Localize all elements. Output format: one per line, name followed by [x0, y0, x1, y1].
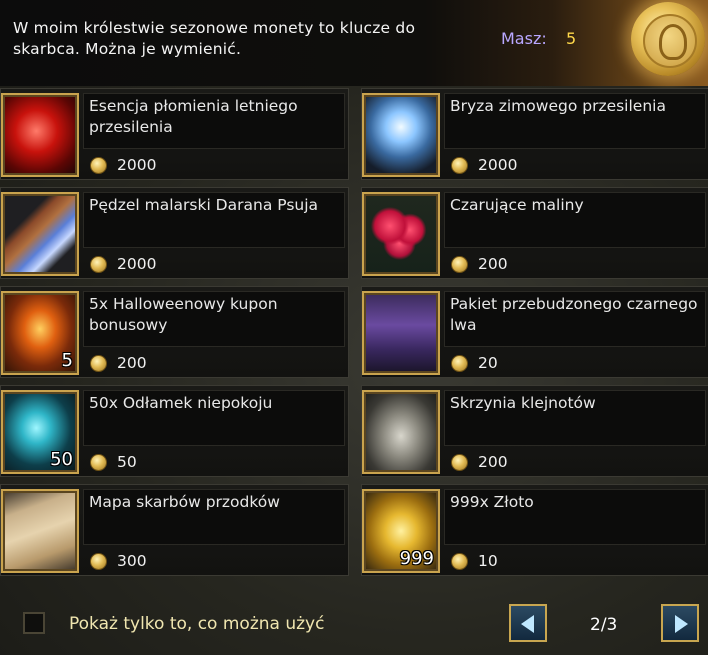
item-quantity: 999: [399, 548, 434, 569]
paintbrush-icon: [1, 192, 79, 276]
coin-icon: [90, 553, 107, 570]
gold-coins-icon: 999: [362, 489, 440, 573]
usable-only-label: Pokaż tylko to, co można użyć: [69, 614, 325, 634]
item-price: 2000: [117, 156, 157, 174]
header-message: W moim królestwie sezonowe monety to klu…: [13, 19, 416, 58]
coin-icon: [90, 454, 107, 471]
coin-icon: [90, 355, 107, 372]
shop-item[interactable]: Pędzel malarski Darana Psuja 2000: [0, 187, 349, 279]
shop-item[interactable]: Bryza zimowego przesilenia 2000: [361, 88, 708, 180]
chevron-left-icon: [521, 615, 534, 633]
coin-icon: [451, 553, 468, 570]
item-price: 10: [478, 552, 498, 570]
coin-icon: [451, 256, 468, 273]
shop-item[interactable]: 50 50x Odłamek niepokoju 50: [0, 385, 349, 477]
currency-amount: 5: [566, 29, 577, 48]
jewel-box-icon: [362, 390, 440, 474]
coin-icon: [451, 355, 468, 372]
header-bar: W moim królestwie sezonowe monety to klu…: [0, 0, 708, 86]
prev-page-button[interactable]: [509, 604, 547, 642]
item-name: Esencja płomienia letniego przesilenia: [89, 97, 298, 136]
chevron-right-icon: [675, 615, 688, 633]
item-price: 200: [478, 453, 508, 471]
item-name: 50x Odłamek niepokoju: [89, 394, 273, 412]
next-page-button[interactable]: [661, 604, 699, 642]
item-price: 200: [478, 255, 508, 273]
raspberries-icon: [362, 192, 440, 276]
item-name: 999x Złoto: [450, 493, 534, 511]
item-price: 300: [117, 552, 147, 570]
fire-orb-icon: [1, 93, 79, 177]
item-price: 2000: [478, 156, 518, 174]
item-price: 2000: [117, 255, 157, 273]
shop-item[interactable]: Czarujące maliny 200: [361, 187, 708, 279]
shop-item[interactable]: Mapa skarbów przodków 300: [0, 484, 349, 576]
item-name: Pędzel malarski Darana Psuja: [89, 196, 319, 214]
item-name: Mapa skarbów przodków: [89, 493, 280, 511]
currency-label: Masz:: [501, 29, 547, 48]
usable-only-checkbox[interactable]: [23, 612, 45, 634]
item-name: 5x Halloweenowy kupon bonusowy: [89, 295, 278, 334]
page-indicator: 2/3: [590, 615, 618, 635]
shop-item[interactable]: Esencja płomienia letniego przesilenia 2…: [0, 88, 349, 180]
coin-icon: [90, 157, 107, 174]
treasure-map-icon: [1, 489, 79, 573]
seasonal-coin-icon: [631, 2, 705, 76]
item-name: Pakiet przebudzonego czarnego lwa: [450, 295, 698, 334]
crystal-shard-icon: 50: [1, 390, 79, 474]
coin-icon: [451, 454, 468, 471]
fire-chest-icon: 5: [1, 291, 79, 375]
item-price: 200: [117, 354, 147, 372]
shop-item[interactable]: Pakiet przebudzonego czarnego lwa 20: [361, 286, 708, 378]
item-name: Bryza zimowego przesilenia: [450, 97, 666, 115]
coin-icon: [451, 157, 468, 174]
shop-item[interactable]: 999 999x Złoto 10: [361, 484, 708, 576]
purple-chest-icon: [362, 291, 440, 375]
item-price: 20: [478, 354, 498, 372]
item-name: Czarujące maliny: [450, 196, 584, 214]
shop-item[interactable]: 5 5x Halloweenowy kupon bonusowy 200: [0, 286, 349, 378]
item-quantity: 5: [61, 350, 73, 371]
item-quantity: 50: [50, 449, 73, 470]
coin-icon: [90, 256, 107, 273]
item-name: Skrzynia klejnotów: [450, 394, 596, 412]
item-price: 50: [117, 453, 137, 471]
shop-item[interactable]: Skrzynia klejnotów 200: [361, 385, 708, 477]
crystal-ball-icon: [362, 93, 440, 177]
